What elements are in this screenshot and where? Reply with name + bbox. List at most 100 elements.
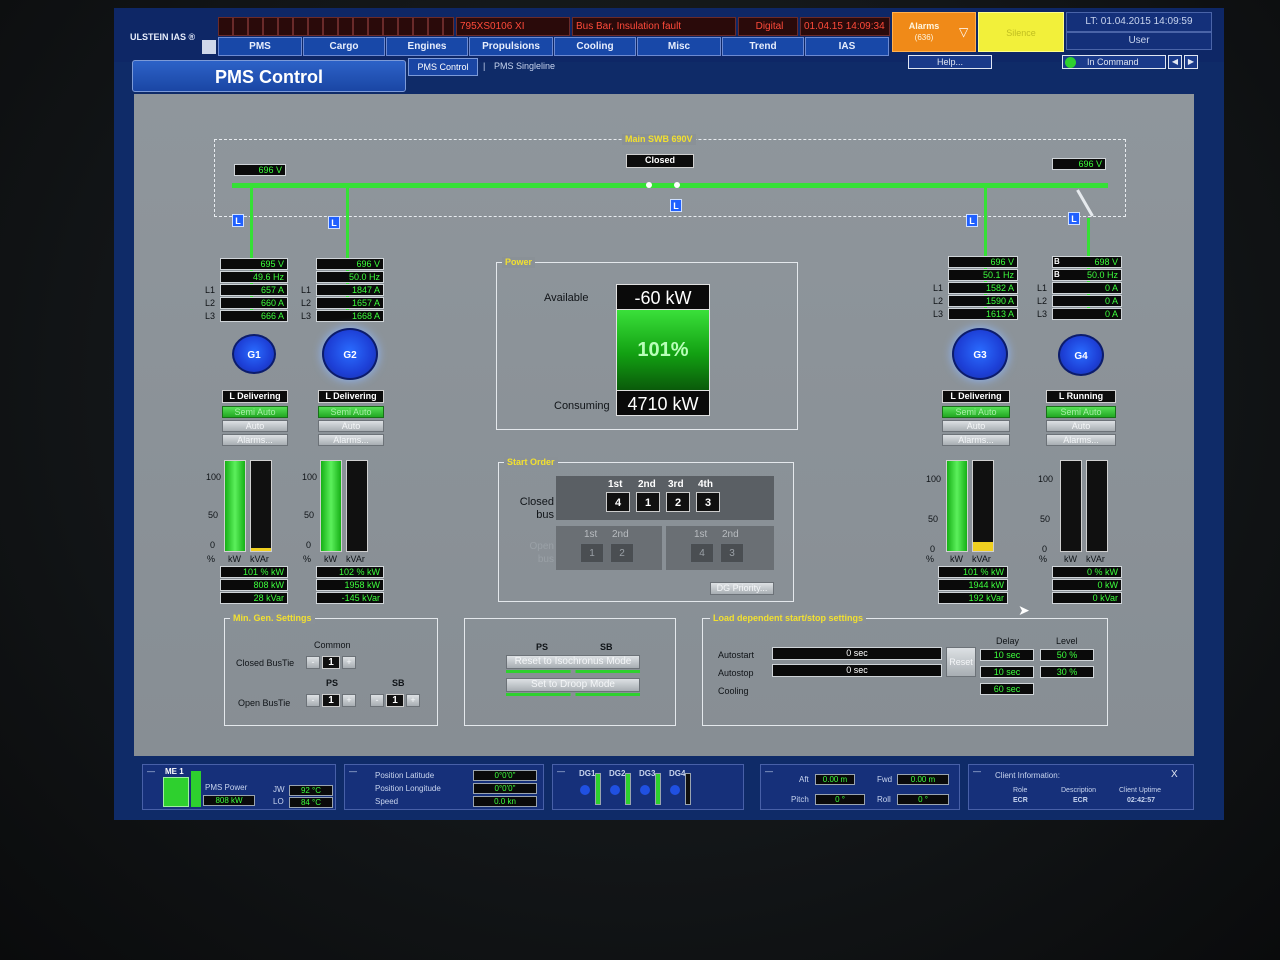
open-bustie-sb-minus[interactable]: - xyxy=(370,694,384,707)
menu-misc[interactable]: Misc xyxy=(637,37,721,56)
menu-cargo[interactable]: Cargo xyxy=(303,37,385,56)
open-bustie-sb-plus[interactable]: + xyxy=(406,694,420,707)
alarms-button[interactable]: Alarms (636) ▽ xyxy=(892,12,976,52)
g1-scale-50: 50 xyxy=(208,510,219,520)
help-button[interactable]: Help... xyxy=(908,55,992,69)
g2-load-pct: 102 % kW xyxy=(316,566,384,578)
power-title: Power xyxy=(502,257,536,268)
g4-scale-50: 50 xyxy=(1040,514,1051,524)
g3-auto-button[interactable]: Auto xyxy=(942,420,1010,432)
g3-generator-icon[interactable]: G3 xyxy=(952,328,1008,380)
g2-auto-button[interactable]: Auto xyxy=(318,420,384,432)
user-button[interactable]: User xyxy=(1066,32,1212,50)
available-power: -60 kW xyxy=(616,284,710,310)
g4-current-l2: 0 A xyxy=(1052,295,1122,307)
dg-panel-dash: — xyxy=(557,767,565,776)
min-gen-ps-label: PS xyxy=(326,678,339,688)
g1-semi-auto-button[interactable]: Semi Auto xyxy=(222,406,288,418)
right-bus-voltage: 696 V xyxy=(1052,158,1106,170)
g3-semi-auto-button[interactable]: Semi Auto xyxy=(942,406,1010,418)
menu-engines[interactable]: Engines xyxy=(386,37,468,56)
dg1-led-icon xyxy=(580,785,590,795)
tab-pms-singleline[interactable]: PMS Singleline xyxy=(494,61,555,71)
open-right-order-2[interactable]: 3 xyxy=(720,543,744,563)
autostart-delay[interactable]: 10 sec xyxy=(980,649,1034,661)
closed-order-4[interactable]: 3 xyxy=(696,492,720,512)
open-bustie-ps-minus[interactable]: - xyxy=(306,694,320,707)
set-droop-button[interactable]: Set to Droop Mode xyxy=(506,678,640,692)
alarm-text[interactable]: Bus Bar, Insulation fault xyxy=(572,17,736,36)
open-left-order-2[interactable]: 2 xyxy=(610,543,634,563)
open-left-order-1[interactable]: 1 xyxy=(580,543,604,563)
g4-label-l1: L1 xyxy=(1037,283,1048,293)
g3-alarms-button[interactable]: Alarms... xyxy=(942,434,1010,446)
g3-kw: 1944 kW xyxy=(938,579,1008,591)
g2-current-l2: 1657 A xyxy=(316,297,384,309)
g1-status: L Delivering xyxy=(222,390,288,403)
g4-generator-icon[interactable]: G4 xyxy=(1058,334,1104,376)
g2-voltage: 696 V xyxy=(316,258,384,270)
closed-order-1[interactable]: 4 xyxy=(606,492,630,512)
g2-scale-50: 50 xyxy=(304,510,315,520)
dg2-led-icon xyxy=(610,785,620,795)
menu-pms[interactable]: PMS xyxy=(218,37,302,56)
prev-arrow-icon[interactable]: ◀ xyxy=(1168,55,1182,69)
timer-reset-button[interactable]: Reset xyxy=(946,647,976,677)
mode-ps-label: PS xyxy=(536,642,549,652)
g4-auto-button[interactable]: Auto xyxy=(1046,420,1116,432)
next-arrow-icon[interactable]: ▶ xyxy=(1184,55,1198,69)
close-icon[interactable]: X xyxy=(1171,769,1178,780)
dg1-bar xyxy=(595,773,601,805)
bottom-me-panel: — ME 1 PMS Power 808 kW JW LO 92 °C 84 °… xyxy=(142,764,336,810)
silence-button[interactable]: Silence xyxy=(978,12,1064,52)
closed-header-1st: 1st xyxy=(608,479,623,490)
reset-isochronous-button[interactable]: Reset to Isochronus Mode xyxy=(506,655,640,669)
closed-bustie-plus[interactable]: + xyxy=(342,656,356,669)
closed-bustie-label: Closed BusTie xyxy=(236,658,295,668)
g3-scale-0: 0 xyxy=(930,544,936,554)
g2-kw-bar-fill xyxy=(321,461,341,551)
g1-kw-bar-fill xyxy=(225,461,245,551)
g4-kvar: 0 kVar xyxy=(1052,592,1122,604)
alarm-code[interactable]: 795XS0106 XI xyxy=(456,17,570,36)
closed-order-2[interactable]: 1 xyxy=(636,492,660,512)
g3-label-l1: L1 xyxy=(933,283,944,293)
menu-propulsions[interactable]: Propulsions xyxy=(469,37,553,56)
g1-current-l2: 660 A xyxy=(220,297,288,309)
g1-generator-icon[interactable]: G1 xyxy=(232,334,276,374)
menu-cooling[interactable]: Cooling xyxy=(554,37,636,56)
g2-semi-auto-button[interactable]: Semi Auto xyxy=(318,406,384,418)
g2-generator-icon[interactable]: G2 xyxy=(322,328,378,380)
bottom-client-panel: — Client Information: X Role ECR Descrip… xyxy=(968,764,1194,810)
cooling-label: Cooling xyxy=(718,686,749,696)
g1-alarms-button[interactable]: Alarms... xyxy=(222,434,288,446)
tab-pms-control[interactable]: PMS Control xyxy=(408,58,478,76)
consuming-power: 4710 kW xyxy=(616,390,710,416)
g1-kw-bar xyxy=(224,460,246,552)
autostop-level[interactable]: 30 % xyxy=(1040,666,1094,678)
closed-bustie-minus[interactable]: - xyxy=(306,656,320,669)
closed-order-3[interactable]: 2 xyxy=(666,492,690,512)
cooling-delay[interactable]: 60 sec xyxy=(980,683,1034,695)
open-bustie-sb-value: 1 xyxy=(386,694,404,707)
g3-kw-bar xyxy=(946,460,968,552)
g4-frequency: 50.0 Hz xyxy=(1052,269,1122,281)
g3-current-l2: 1590 A xyxy=(948,295,1018,307)
dg4-status: DG4 xyxy=(669,769,695,809)
open-bustie-ps-plus[interactable]: + xyxy=(342,694,356,707)
g4-semi-auto-button[interactable]: Semi Auto xyxy=(1046,406,1116,418)
chevron-down-icon[interactable]: ▽ xyxy=(959,25,968,39)
g3-load-pct: 101 % kW xyxy=(938,566,1008,578)
menu-trend[interactable]: Trend xyxy=(722,37,804,56)
menu-ias[interactable]: IAS xyxy=(805,37,889,56)
autostop-delay[interactable]: 10 sec xyxy=(980,666,1034,678)
g2-alarms-button[interactable]: Alarms... xyxy=(318,434,384,446)
available-label: Available xyxy=(544,292,589,304)
open-right-order-1[interactable]: 4 xyxy=(690,543,714,563)
dg-priority-button[interactable]: DG Priority... xyxy=(710,582,774,595)
g4-scale-0: 0 xyxy=(1042,544,1048,554)
g1-auto-button[interactable]: Auto xyxy=(222,420,288,432)
autostart-level[interactable]: 50 % xyxy=(1040,649,1094,661)
g4-alarms-button[interactable]: Alarms... xyxy=(1046,434,1116,446)
aft-value: 0.00 m xyxy=(815,774,855,785)
